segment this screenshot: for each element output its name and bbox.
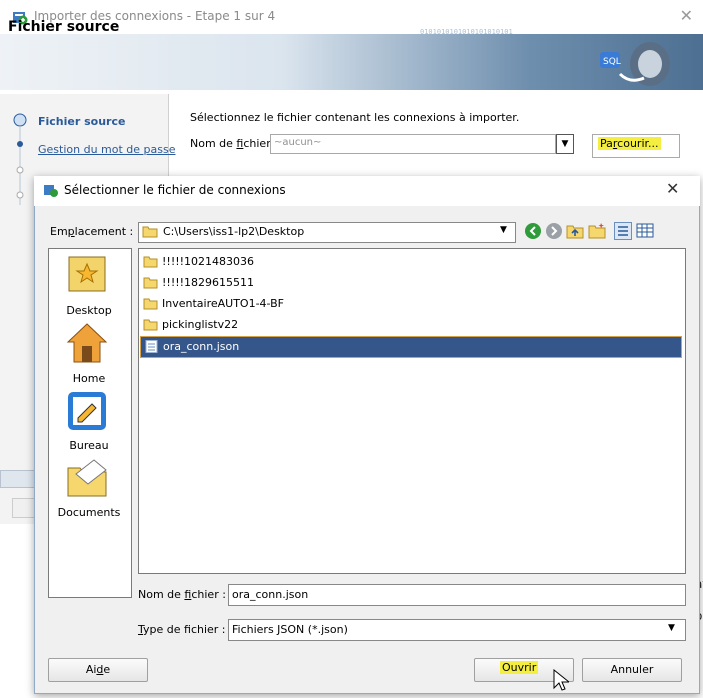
folder-icon bbox=[143, 256, 158, 268]
outer-filename-dropdown-icon[interactable]: ▼ bbox=[556, 134, 574, 154]
file-name: !!!!!1021483036 bbox=[162, 255, 255, 268]
folder-icon bbox=[143, 319, 158, 331]
folder-icon bbox=[143, 277, 158, 289]
cancel-button-label: Annuler bbox=[610, 663, 654, 676]
list-view-icon[interactable] bbox=[614, 222, 632, 240]
home-place-icon[interactable] bbox=[66, 322, 108, 366]
outer-close-icon[interactable]: ✕ bbox=[680, 6, 693, 25]
place-home-label[interactable]: Home bbox=[48, 372, 130, 385]
back-icon[interactable] bbox=[524, 222, 542, 240]
open-button-label: Ouvrir bbox=[500, 661, 539, 674]
banner-binary-decoration: 0101010101010101010101 bbox=[420, 28, 513, 36]
file-type-dropdown-icon[interactable]: ▼ bbox=[668, 623, 675, 633]
help-button-label: Aide bbox=[85, 663, 111, 676]
help-button[interactable]: Aide bbox=[48, 658, 148, 682]
folder-icon bbox=[143, 298, 158, 310]
file-row-selected[interactable]: ora_conn.json bbox=[140, 336, 682, 358]
outer-filename-value: ~aucun~ bbox=[274, 137, 322, 148]
file-type-label: Type de fichier : bbox=[138, 623, 226, 636]
browse-button-label: Parcourir... bbox=[598, 137, 661, 150]
file-row[interactable]: InventaireAUTO1-4-BF bbox=[140, 294, 680, 314]
file-name: ora_conn.json bbox=[163, 340, 240, 353]
cancel-button[interactable]: Annuler bbox=[582, 658, 682, 682]
up-folder-icon[interactable] bbox=[566, 222, 584, 240]
file-icon bbox=[145, 340, 158, 353]
outer-filename-label: Nom de fichier bbox=[190, 137, 271, 150]
mouse-cursor-icon bbox=[553, 669, 569, 691]
location-label: Emplacement : bbox=[50, 225, 134, 238]
outer-description: Sélectionnez le fichier contenant les co… bbox=[190, 111, 520, 124]
bureau-place-icon[interactable] bbox=[66, 390, 108, 432]
filename-label: Nom de fichier : bbox=[138, 588, 226, 601]
new-folder-icon[interactable] bbox=[588, 222, 606, 240]
svg-text:SQL: SQL bbox=[603, 57, 621, 67]
steps-timeline bbox=[13, 113, 27, 205]
file-name: pickinglistv22 bbox=[162, 318, 239, 331]
dialog-close-icon[interactable]: ✕ bbox=[666, 179, 679, 198]
step-source-file[interactable]: Fichier source bbox=[38, 115, 125, 128]
sql-database-logo-icon: SQL bbox=[600, 42, 670, 86]
dialog-title: Sélectionner le fichier de connexions bbox=[64, 183, 286, 197]
dialog-app-icon bbox=[44, 185, 58, 197]
banner-title: Fichier source bbox=[8, 19, 120, 35]
location-dropdown-icon[interactable]: ▼ bbox=[500, 225, 507, 235]
file-name: InventaireAUTO1-4-BF bbox=[162, 297, 284, 310]
file-row[interactable]: !!!!!1829615511 bbox=[140, 273, 680, 293]
file-row[interactable]: pickinglistv22 bbox=[140, 315, 680, 335]
file-type-value: Fichiers JSON (*.json) bbox=[232, 623, 348, 636]
file-name: !!!!!1829615511 bbox=[162, 276, 255, 289]
place-documents-label[interactable]: Documents bbox=[48, 506, 130, 519]
filename-value: ora_conn.json bbox=[232, 588, 309, 601]
forward-icon[interactable] bbox=[545, 222, 563, 240]
location-folder-icon bbox=[142, 226, 158, 238]
place-bureau-label[interactable]: Bureau bbox=[48, 439, 130, 452]
outer-horizontal-scrollbar[interactable] bbox=[0, 470, 36, 488]
place-desktop-label[interactable]: Desktop bbox=[48, 304, 130, 317]
location-value: C:\Users\iss1-lp2\Desktop bbox=[163, 225, 305, 238]
details-view-icon[interactable] bbox=[636, 222, 654, 240]
desktop-place-icon[interactable] bbox=[66, 254, 108, 294]
file-row[interactable]: !!!!!1021483036 bbox=[140, 252, 680, 272]
step-password-management[interactable]: Gestion du mot de passe bbox=[38, 143, 176, 156]
documents-place-icon[interactable] bbox=[64, 454, 110, 500]
